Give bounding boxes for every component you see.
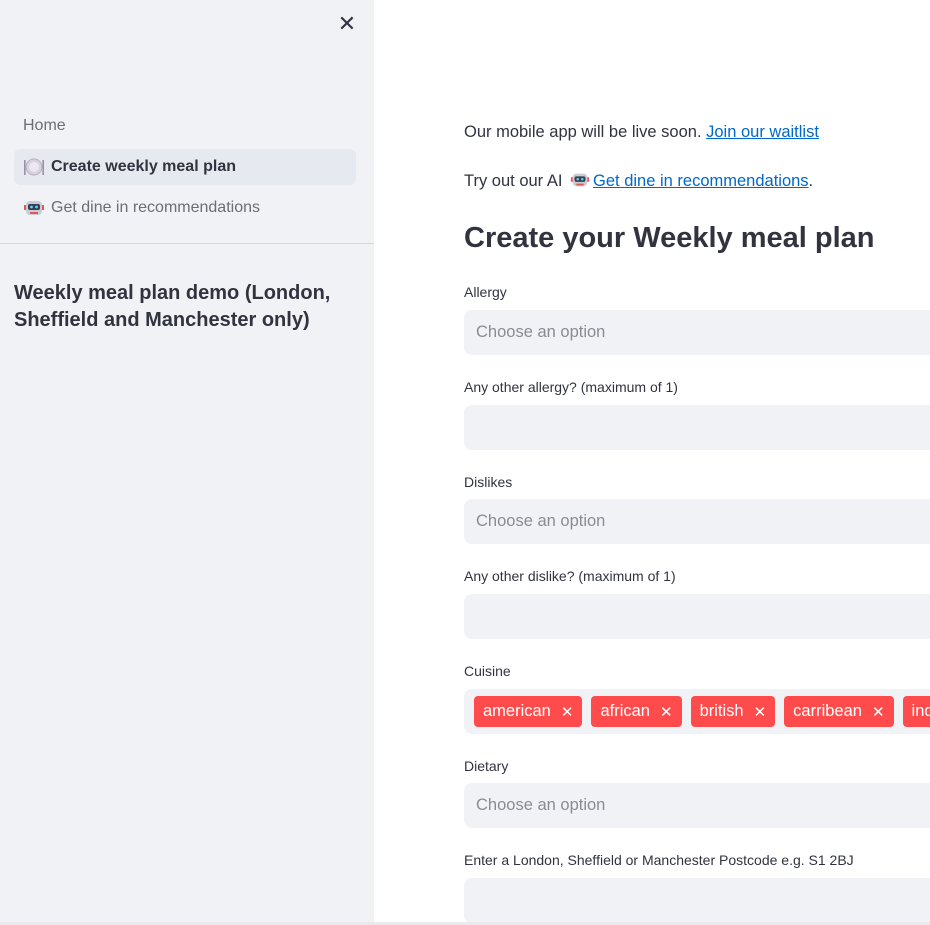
ai-promo-suffix: . — [808, 172, 814, 190]
postcode-label: Enter a London, Sheffield or Manchester … — [464, 852, 854, 868]
postcode-input[interactable] — [464, 878, 930, 923]
tag-label: american — [483, 702, 551, 720]
sidebar-heading: Weekly meal plan demo (London, Sheffield… — [14, 282, 331, 331]
cuisine-tag: carribean ✕ — [784, 696, 894, 727]
join-waitlist-link[interactable]: Join our waitlist — [706, 123, 819, 141]
sidebar-divider — [0, 243, 374, 244]
sidebar-item-create-weekly-meal-plan[interactable]: Create weekly meal plan — [14, 149, 356, 185]
close-icon: ✕ — [337, 11, 357, 36]
cuisine-tag: american ✕ — [474, 696, 583, 727]
remove-tag-icon[interactable]: ✕ — [660, 703, 673, 721]
sidebar-item-get-dine-in-recommendations[interactable]: Get dine in recommendations — [14, 190, 356, 226]
robot-icon — [23, 197, 45, 219]
cuisine-tag: british ✕ — [690, 696, 776, 727]
dislikes-select[interactable]: Choose an option — [464, 499, 930, 544]
remove-tag-icon[interactable]: ✕ — [754, 703, 767, 721]
sidebar-item-label: Get dine in recommendations — [51, 199, 260, 216]
tag-label: carribean — [793, 702, 862, 720]
tag-label: british — [699, 702, 744, 720]
sidebar: ✕ Home Create weekly meal plan Get dine … — [0, 0, 374, 922]
dine-in-recommendations-link[interactable]: Get dine in recommendations — [593, 172, 809, 190]
cuisine-label: Cuisine — [464, 663, 511, 679]
tag-label: african — [600, 702, 650, 720]
plate-icon — [23, 156, 45, 178]
sidebar-nav: Home Create weekly meal plan Get dine in… — [14, 108, 356, 231]
other-allergy-label: Any other allergy? (maximum of 1) — [464, 379, 678, 395]
remove-tag-icon[interactable]: ✕ — [872, 703, 885, 721]
close-sidebar-button[interactable]: ✕ — [334, 10, 360, 38]
dietary-select[interactable]: Choose an option — [464, 783, 930, 828]
robot-icon — [569, 170, 591, 190]
other-dislike-label: Any other dislike? (maximum of 1) — [464, 568, 676, 584]
cuisine-multiselect[interactable]: american ✕ african ✕ british ✕ carribean ✕ i… — [464, 689, 930, 734]
cuisine-tag: ind — [902, 696, 930, 727]
sidebar-item-label: Create weekly meal plan — [51, 158, 236, 175]
dislikes-placeholder: Choose an option — [476, 512, 606, 530]
remove-tag-icon[interactable]: ✕ — [561, 703, 574, 721]
sidebar-item-label: Home — [23, 117, 66, 134]
other-allergy-input[interactable] — [464, 405, 930, 450]
dislikes-label: Dislikes — [464, 474, 513, 490]
cuisine-tag: african ✕ — [591, 696, 682, 727]
announcement-text: Our mobile app will be live soon. — [464, 123, 707, 141]
allergy-select[interactable]: Choose an option — [464, 310, 930, 355]
dietary-label: Dietary — [464, 758, 509, 774]
tag-label: ind — [911, 702, 930, 720]
page-title: Create your Weekly meal plan — [464, 222, 875, 254]
ai-promo-text: Try out our AI — [464, 172, 568, 190]
announcement: Our mobile app will be live soon. Join o… — [464, 123, 819, 142]
ai-promo: Try out our AI Get dine in recommendatio… — [464, 170, 813, 191]
dietary-placeholder: Choose an option — [476, 796, 606, 814]
other-dislike-input[interactable] — [464, 594, 930, 639]
allergy-placeholder: Choose an option — [476, 323, 606, 341]
sidebar-item-home[interactable]: Home — [14, 108, 356, 144]
main-content: Our mobile app will be live soon. Join o… — [464, 0, 930, 925]
allergy-label: Allergy — [464, 284, 507, 300]
